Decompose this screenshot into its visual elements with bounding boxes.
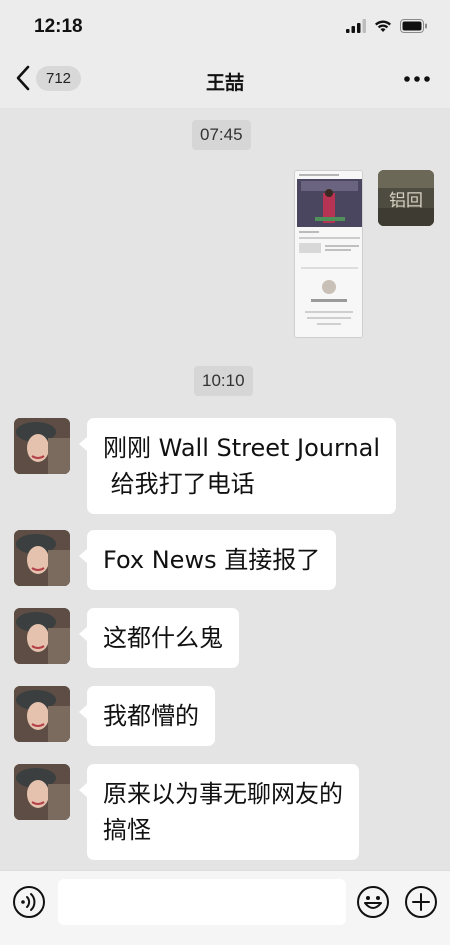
- battery-icon: [400, 19, 427, 33]
- timestamp: 10:10: [194, 366, 253, 396]
- message-bubble[interactable]: 我都懵的: [79, 686, 215, 746]
- avatar-photo: [14, 764, 70, 820]
- contact-avatar[interactable]: [14, 530, 70, 586]
- message-bubble[interactable]: 刚刚 Wall Street Journal 给我打了电话: [78, 418, 397, 514]
- my-avatar[interactable]: 铝回: [378, 170, 434, 226]
- wifi-icon: [375, 20, 391, 32]
- contact-avatar[interactable]: [14, 608, 70, 664]
- message-bubble[interactable]: Fox News 直接报了: [78, 530, 337, 590]
- contact-avatar[interactable]: [14, 418, 70, 474]
- nav-bar: 712 王喆: [0, 52, 450, 108]
- sent-image-message[interactable]: [294, 170, 363, 338]
- chat-title: 王喆: [205, 72, 244, 94]
- timestamp: 07:45: [192, 120, 251, 150]
- voice-button[interactable]: [12, 885, 46, 923]
- more-dots-icon: [404, 76, 430, 82]
- sent-screenshot-thumbnail: [295, 171, 362, 337]
- message-line: Fox News 直接报了: [103, 546, 321, 574]
- avatar-photo: [14, 686, 70, 742]
- emoji-icon: [357, 886, 389, 918]
- message-bubble[interactable]: 这都什么鬼: [79, 608, 239, 668]
- emoji-button[interactable]: [356, 885, 390, 923]
- message-line: 原来以为事无聊网友的: [103, 780, 343, 808]
- avatar-photo: [14, 530, 70, 586]
- input-bar: [0, 870, 450, 945]
- message-input[interactable]: [58, 879, 346, 925]
- message-line: 我都懵的: [103, 702, 199, 730]
- avatar-photo: [14, 608, 70, 664]
- message-line: 这都什么鬼: [103, 624, 223, 652]
- message-line: 给我打了电话: [103, 470, 255, 498]
- chat-area[interactable]: 07:45 铝回 10:10 刚刚 Wall Street Journal 给我…: [0, 108, 450, 870]
- message-line: 搞怪: [103, 816, 151, 844]
- status-icons: [346, 19, 428, 33]
- avatar-photo: [14, 418, 70, 474]
- more-button[interactable]: [404, 66, 430, 96]
- message-bubble[interactable]: 原来以为事无聊网友的 搞怪: [79, 764, 359, 860]
- status-time: 12:18: [34, 16, 83, 37]
- signal-icon: [346, 19, 366, 33]
- svg-text:铝回: 铝回: [389, 191, 423, 211]
- contact-avatar[interactable]: [14, 764, 70, 820]
- voice-icon: [13, 886, 45, 918]
- message-line: 刚刚 Wall Street Journal: [103, 434, 381, 462]
- contact-avatar[interactable]: [14, 686, 70, 742]
- plus-icon: [405, 886, 437, 918]
- status-bar: 12:18: [0, 0, 450, 52]
- avatar-image: 铝回: [378, 170, 434, 226]
- plus-button[interactable]: [404, 885, 438, 923]
